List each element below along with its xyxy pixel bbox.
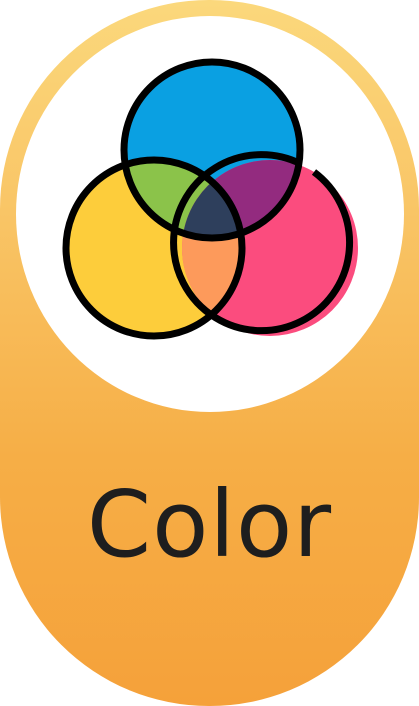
color-card[interactable]: Color <box>0 0 419 706</box>
card-label: Color <box>86 471 333 578</box>
color-venn-icon <box>62 58 358 340</box>
